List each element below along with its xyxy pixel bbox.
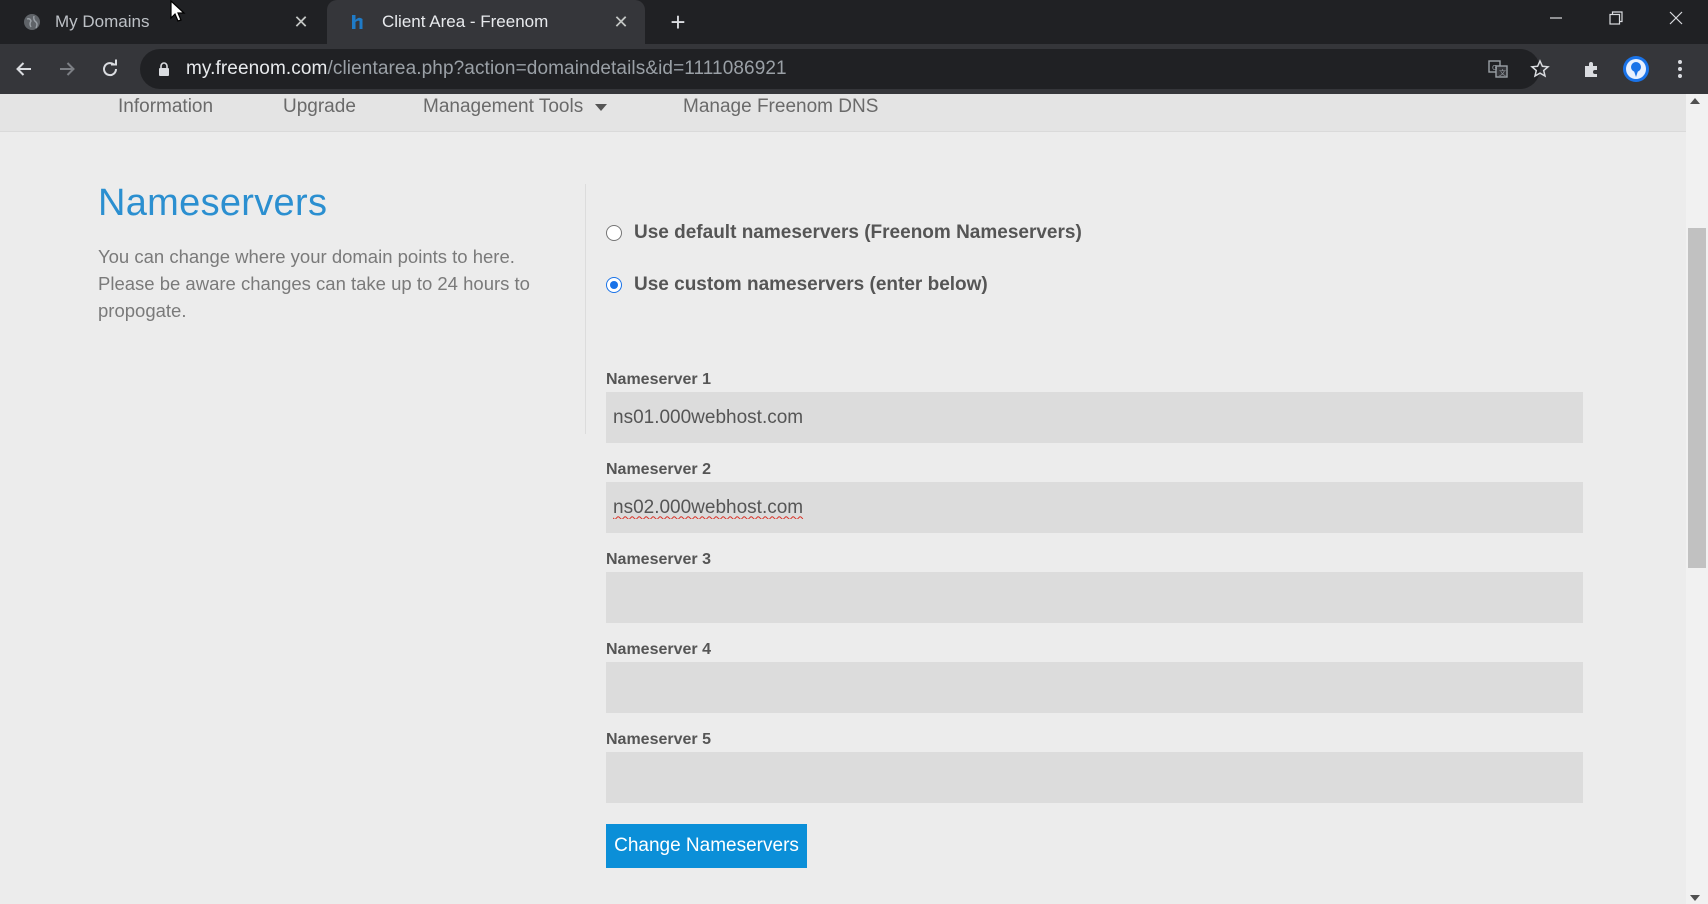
url-text: my.freenom.com/clientarea.php?action=dom…	[186, 58, 787, 80]
default-nameservers-radio[interactable]	[606, 225, 622, 241]
back-arrow-icon[interactable]	[8, 53, 40, 85]
close-icon[interactable]: ✕	[289, 10, 313, 34]
tab-title: Client Area - Freenom	[382, 12, 549, 31]
nameserver-4-input[interactable]	[606, 662, 1583, 713]
address-bar[interactable]: my.freenom.com/clientarea.php?action=dom…	[140, 49, 1550, 89]
close-icon[interactable]: ✕	[609, 10, 633, 34]
profile-avatar-icon[interactable]	[1620, 53, 1652, 85]
lock-icon[interactable]	[156, 61, 172, 77]
window-close-icon[interactable]	[1648, 0, 1704, 36]
nameserver-3-input[interactable]	[606, 572, 1583, 623]
subnav-management-tools-label: Management Tools	[423, 96, 584, 117]
section-title: Nameservers	[98, 182, 328, 224]
nameservers-intro: Nameservers You can change where your do…	[98, 182, 568, 324]
nameserver-4-label: Nameserver 4	[606, 641, 711, 658]
scroll-down-arrow-icon[interactable]	[1690, 895, 1700, 901]
minimize-icon[interactable]	[1528, 0, 1584, 36]
custom-nameservers-radio[interactable]	[606, 277, 622, 293]
custom-nameservers-option[interactable]: Use custom nameservers (enter below)	[606, 274, 988, 296]
caret-down-icon	[595, 103, 608, 111]
subnav-management-tools[interactable]: Management Tools	[423, 96, 608, 118]
more-options-icon[interactable]	[1664, 53, 1696, 85]
restore-icon[interactable]	[1588, 0, 1644, 36]
extensions-puzzle-icon[interactable]	[1576, 53, 1608, 85]
scroll-up-arrow-icon[interactable]	[1690, 98, 1700, 104]
change-nameservers-button[interactable]: Change Nameservers	[606, 824, 807, 868]
default-nameservers-option[interactable]: Use default nameservers (Freenom Nameser…	[606, 222, 1082, 244]
nameserver-2-input[interactable]	[606, 482, 1583, 533]
svg-text:G: G	[1492, 64, 1497, 72]
bookmark-star-icon[interactable]	[1528, 57, 1552, 81]
section-description: You can change where your domain points …	[98, 246, 530, 321]
svg-text:文: 文	[1499, 68, 1506, 77]
column-divider	[585, 184, 586, 434]
subnav-upgrade[interactable]: Upgrade	[283, 96, 356, 118]
new-tab-icon[interactable]: +	[664, 7, 692, 37]
scrollbar-thumb[interactable]	[1688, 228, 1706, 568]
reload-icon[interactable]	[94, 53, 126, 85]
translate-icon[interactable]: G文	[1486, 57, 1510, 81]
nameserver-3-label: Nameserver 3	[606, 551, 711, 568]
globe-icon	[22, 12, 42, 32]
subnav-manage-dns[interactable]: Manage Freenom DNS	[683, 96, 878, 118]
tab-client-area[interactable]: Client Area - Freenom ✕	[327, 0, 645, 44]
browser-tab-strip: My Domains ✕ Client Area - Freenom ✕ +	[0, 0, 1708, 44]
browser-toolbar: my.freenom.com/clientarea.php?action=dom…	[0, 44, 1708, 94]
url-path: /clientarea.php?action=domaindetails&id=…	[327, 58, 787, 79]
freenom-icon	[349, 12, 369, 32]
nameserver-5-label: Nameserver 5	[606, 731, 711, 748]
url-host: my.freenom.com	[186, 58, 328, 79]
page-content: Information Upgrade Management Tools Man…	[0, 94, 1686, 904]
subnav-information[interactable]: Information	[118, 96, 213, 118]
forward-arrow-icon[interactable]	[51, 53, 83, 85]
domain-subnav: Information Upgrade Management Tools Man…	[0, 94, 1686, 132]
nameserver-1-label: Nameserver 1	[606, 371, 711, 388]
default-nameservers-label: Use default nameservers (Freenom Nameser…	[634, 222, 1082, 243]
custom-nameservers-label: Use custom nameservers (enter below)	[634, 274, 988, 295]
nameserver-2-label: Nameserver 2	[606, 461, 711, 478]
nameserver-1-input[interactable]	[606, 392, 1583, 443]
mouse-cursor-icon	[170, 0, 186, 29]
nameserver-5-input[interactable]	[606, 752, 1583, 803]
tab-my-domains[interactable]: My Domains ✕	[0, 0, 325, 44]
